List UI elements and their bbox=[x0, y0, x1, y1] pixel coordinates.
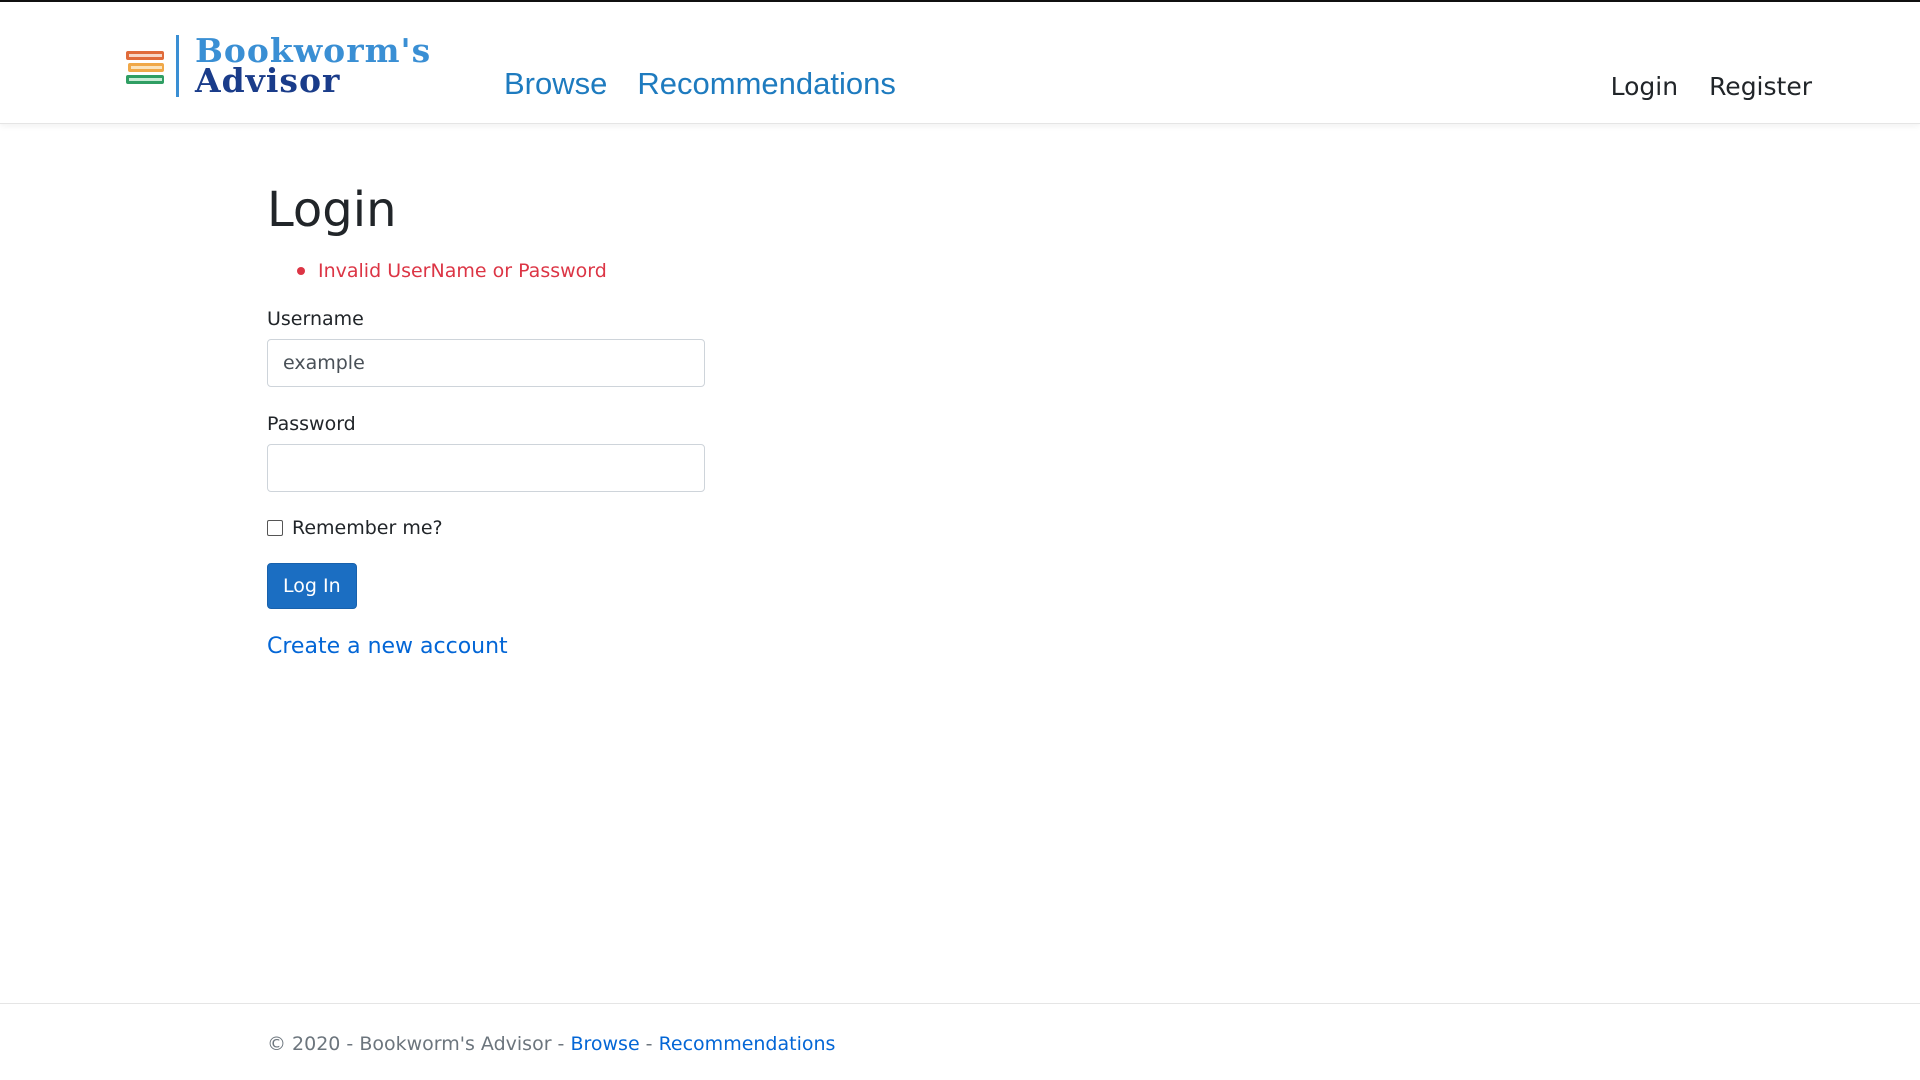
create-account-link[interactable]: Create a new account bbox=[267, 634, 1167, 659]
bullet-icon bbox=[297, 267, 305, 275]
remember-me-checkbox[interactable] bbox=[267, 520, 283, 536]
brand-logo[interactable]: Bookworm's Advisor bbox=[124, 33, 431, 99]
footer-text: © 2020 - Bookworm's Advisor - Browse - R… bbox=[267, 1033, 835, 1055]
remember-me-row: Remember me? bbox=[267, 517, 1167, 539]
remember-me-label[interactable]: Remember me? bbox=[292, 517, 443, 539]
validation-summary: Invalid UserName or Password bbox=[297, 260, 1167, 282]
books-icon bbox=[124, 41, 168, 91]
footer-browse-link[interactable]: Browse bbox=[570, 1033, 639, 1055]
main-nav: Browse Recommendations bbox=[504, 66, 896, 102]
username-label: Username bbox=[267, 308, 364, 330]
validation-error-text: Invalid UserName or Password bbox=[318, 260, 607, 282]
login-button[interactable]: Log In bbox=[267, 563, 357, 609]
footer-copyright: © 2020 - Bookworm's Advisor - bbox=[267, 1033, 571, 1055]
nav-login-link[interactable]: Login bbox=[1611, 72, 1678, 101]
page-title: Login bbox=[267, 182, 397, 238]
login-form-container: Login Invalid UserName or Password Usern… bbox=[267, 180, 1167, 659]
password-label: Password bbox=[267, 413, 356, 435]
brand-divider bbox=[176, 35, 179, 97]
brand-name: Bookworm's Advisor bbox=[195, 34, 431, 100]
nav-browse-link[interactable]: Browse bbox=[504, 66, 607, 102]
password-input[interactable] bbox=[267, 444, 705, 492]
site-header: Bookworm's Advisor Browse Recommendation… bbox=[0, 2, 1920, 124]
username-input[interactable] bbox=[267, 339, 705, 387]
footer-recommendations-link[interactable]: Recommendations bbox=[659, 1033, 836, 1055]
validation-error: Invalid UserName or Password bbox=[297, 260, 1167, 282]
account-nav: Login Register bbox=[1611, 72, 1812, 101]
nav-recommendations-link[interactable]: Recommendations bbox=[637, 66, 895, 102]
site-footer: © 2020 - Bookworm's Advisor - Browse - R… bbox=[0, 1003, 1920, 1080]
footer-separator: - bbox=[639, 1033, 659, 1055]
brand-name-line2: Advisor bbox=[195, 61, 341, 100]
nav-register-link[interactable]: Register bbox=[1709, 72, 1812, 101]
